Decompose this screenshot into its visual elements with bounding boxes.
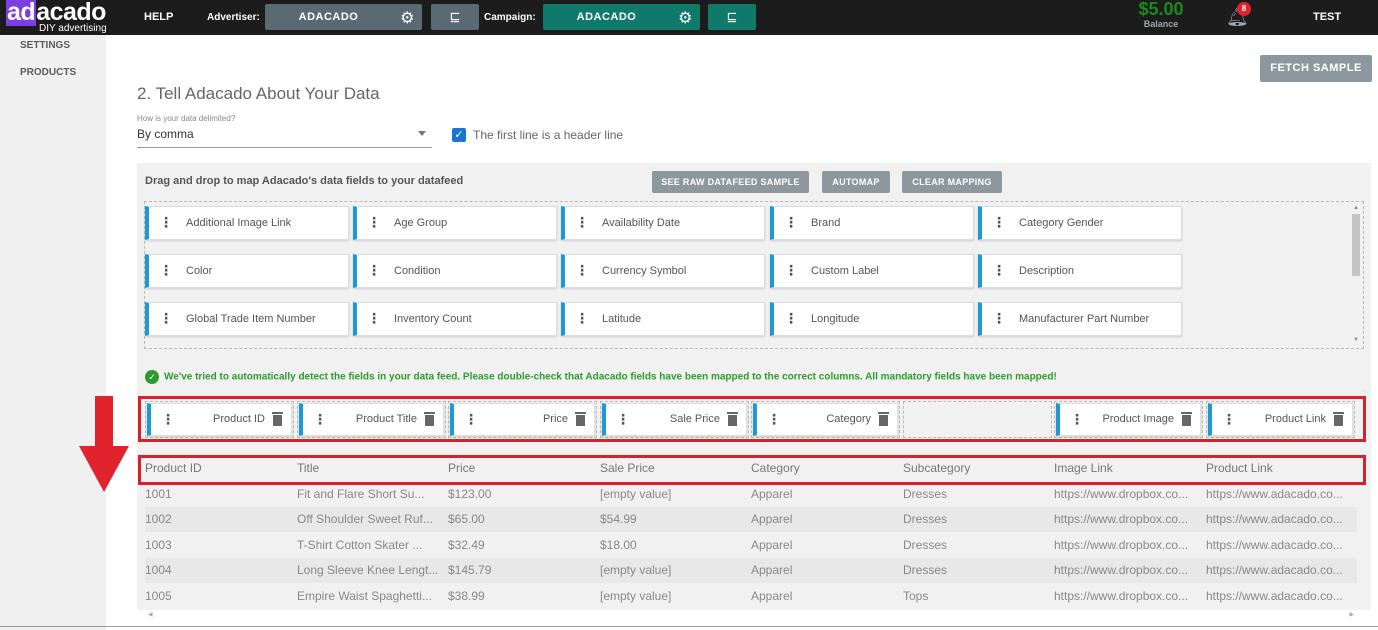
- campaign-label: Campaign:: [484, 12, 536, 23]
- page-title: 2. Tell Adacado About Your Data: [137, 84, 380, 103]
- table-row: 1003 T-Shirt Cotton Skater ... $32.49 $1…: [145, 538, 1343, 552]
- drag-handle-icon[interactable]: ⋮: [367, 311, 381, 325]
- balance-amount: $5.00: [1138, 0, 1184, 19]
- see-raw-datafeed-button[interactable]: SEE RAW DATAFEED SAMPLE: [652, 171, 809, 193]
- drag-handle-icon[interactable]: ⋮: [159, 311, 173, 325]
- table-row: 1004 Long Sleeve Knee Lengt... $145.79 […: [145, 558, 1357, 583]
- advertiser-label: Advertiser:: [207, 12, 260, 23]
- check-icon: ✓: [454, 129, 464, 141]
- user-menu[interactable]: TEST: [1313, 11, 1341, 23]
- gear-icon[interactable]: ⚙: [400, 8, 415, 28]
- logo-tagline: DIY advertising: [39, 23, 107, 34]
- scroll-down-icon[interactable]: ▼: [1353, 337, 1359, 343]
- sidebar-item-settings[interactable]: SETTINGS: [20, 40, 70, 51]
- delimiter-label: How is your data delimited?: [137, 114, 236, 123]
- table-row: 1001 Fit and Flare Short Su... $123.00 […: [145, 487, 1343, 501]
- fields-scrollbar[interactable]: ▲ ▼: [1350, 203, 1362, 345]
- delimiter-select[interactable]: By comma: [137, 124, 432, 148]
- scroll-up-icon[interactable]: ▲: [1353, 205, 1359, 211]
- red-down-arrow-head: [79, 446, 129, 492]
- field-chip[interactable]: ⋮ Custom Label: [770, 254, 974, 288]
- sidebar-item-products[interactable]: PRODUCTS: [20, 67, 76, 78]
- campaign-tree-button[interactable]: ⊑: [708, 4, 756, 30]
- sidebar: [0, 35, 106, 630]
- field-chip[interactable]: ⋮ Brand: [770, 206, 974, 240]
- field-chip[interactable]: ⋮ Description: [978, 254, 1182, 288]
- advertiser-tree-button[interactable]: ⊑: [431, 4, 479, 30]
- check-circle-icon: ✓: [145, 370, 159, 384]
- campaign-value: ADACADO: [576, 11, 637, 23]
- clear-mapping-button[interactable]: CLEAR MAPPING: [902, 171, 1002, 193]
- field-chip[interactable]: ⋮ Global Trade Item Number: [145, 302, 349, 336]
- header-line-label: The first line is a header line: [473, 128, 624, 142]
- drag-handle-icon[interactable]: ⋮: [367, 263, 381, 277]
- field-chip[interactable]: ⋮ Latitude: [561, 302, 765, 336]
- field-chip[interactable]: ⋮ Color: [145, 254, 349, 288]
- notification-badge: 8: [1237, 2, 1251, 16]
- drag-handle-icon[interactable]: ⋮: [992, 263, 1006, 277]
- field-chip[interactable]: ⋮ Inventory Count: [353, 302, 557, 336]
- scroll-right-icon[interactable]: ▶: [1349, 611, 1354, 618]
- table-horizontal-scrollbar[interactable]: ◀ ▶: [145, 611, 1357, 621]
- scroll-left-icon[interactable]: ◀: [148, 611, 153, 618]
- red-down-arrow: [95, 396, 113, 446]
- field-chip[interactable]: ⋮ Longitude: [770, 302, 974, 336]
- header-row-highlight: [138, 455, 1366, 485]
- drag-handle-icon[interactable]: ⋮: [367, 215, 381, 229]
- logo-ad: ad: [6, 0, 37, 26]
- advertiser-value: ADACADO: [298, 11, 359, 23]
- help-link[interactable]: HELP: [144, 11, 173, 23]
- mapped-row-highlight: [138, 396, 1366, 442]
- drag-handle-icon[interactable]: ⋮: [784, 263, 798, 277]
- field-chip[interactable]: ⋮ Category Gender: [978, 206, 1182, 240]
- gear-icon[interactable]: ⚙: [678, 8, 693, 28]
- drag-handle-icon[interactable]: ⋮: [159, 263, 173, 277]
- balance-label: Balance: [1143, 19, 1179, 29]
- drag-handle-icon[interactable]: ⋮: [575, 263, 589, 277]
- drag-handle-icon[interactable]: ⋮: [159, 215, 173, 229]
- scroll-thumb[interactable]: [1352, 214, 1360, 276]
- adacado-logo[interactable]: adacado DIY advertising: [6, 0, 140, 34]
- drag-handle-icon[interactable]: ⋮: [575, 311, 589, 325]
- field-chip[interactable]: ⋮ Additional Image Link: [145, 206, 349, 240]
- field-chip[interactable]: ⋮ Manufacturer Part Number: [978, 302, 1182, 336]
- drag-handle-icon[interactable]: ⋮: [784, 311, 798, 325]
- table-row: 1005 Empire Waist Spaghetti... $38.99 [e…: [145, 589, 1343, 603]
- fetch-sample-button[interactable]: FETCH SAMPLE: [1260, 55, 1372, 82]
- field-chip[interactable]: ⋮ Currency Symbol: [561, 254, 765, 288]
- drag-handle-icon[interactable]: ⋮: [992, 311, 1006, 325]
- top-bar: adacado DIY advertising HELP Advertiser:…: [0, 0, 1378, 35]
- advertiser-select[interactable]: ADACADO ⚙: [265, 4, 422, 30]
- drag-title: Drag and drop to map Adacado's data fiel…: [145, 175, 464, 187]
- campaign-select[interactable]: ADACADO ⚙: [543, 4, 700, 30]
- balance[interactable]: $5.00 Balance: [1125, 0, 1197, 29]
- drag-handle-icon[interactable]: ⋮: [784, 215, 798, 229]
- field-chip[interactable]: ⋮ Age Group: [353, 206, 557, 240]
- tree-icon: ⊑: [449, 9, 461, 24]
- header-line-checkbox[interactable]: ✓: [452, 128, 466, 142]
- field-chip[interactable]: ⋮ Availability Date: [561, 206, 765, 240]
- drag-handle-icon[interactable]: ⋮: [992, 215, 1006, 229]
- caret-down-icon: [418, 131, 426, 136]
- automap-button[interactable]: AUTOMAP: [822, 171, 890, 193]
- field-chip[interactable]: ⋮ Condition: [353, 254, 557, 288]
- automap-notice: ✓ We've tried to automatically detect the…: [145, 370, 1057, 384]
- drag-handle-icon[interactable]: ⋮: [575, 215, 589, 229]
- tree-icon: ⊑: [726, 9, 738, 24]
- divider: [0, 626, 1378, 627]
- delimiter-value: By comma: [137, 127, 194, 141]
- table-row: 1002 Off Shoulder Sweet Ruf... $65.00 $5…: [145, 507, 1357, 532]
